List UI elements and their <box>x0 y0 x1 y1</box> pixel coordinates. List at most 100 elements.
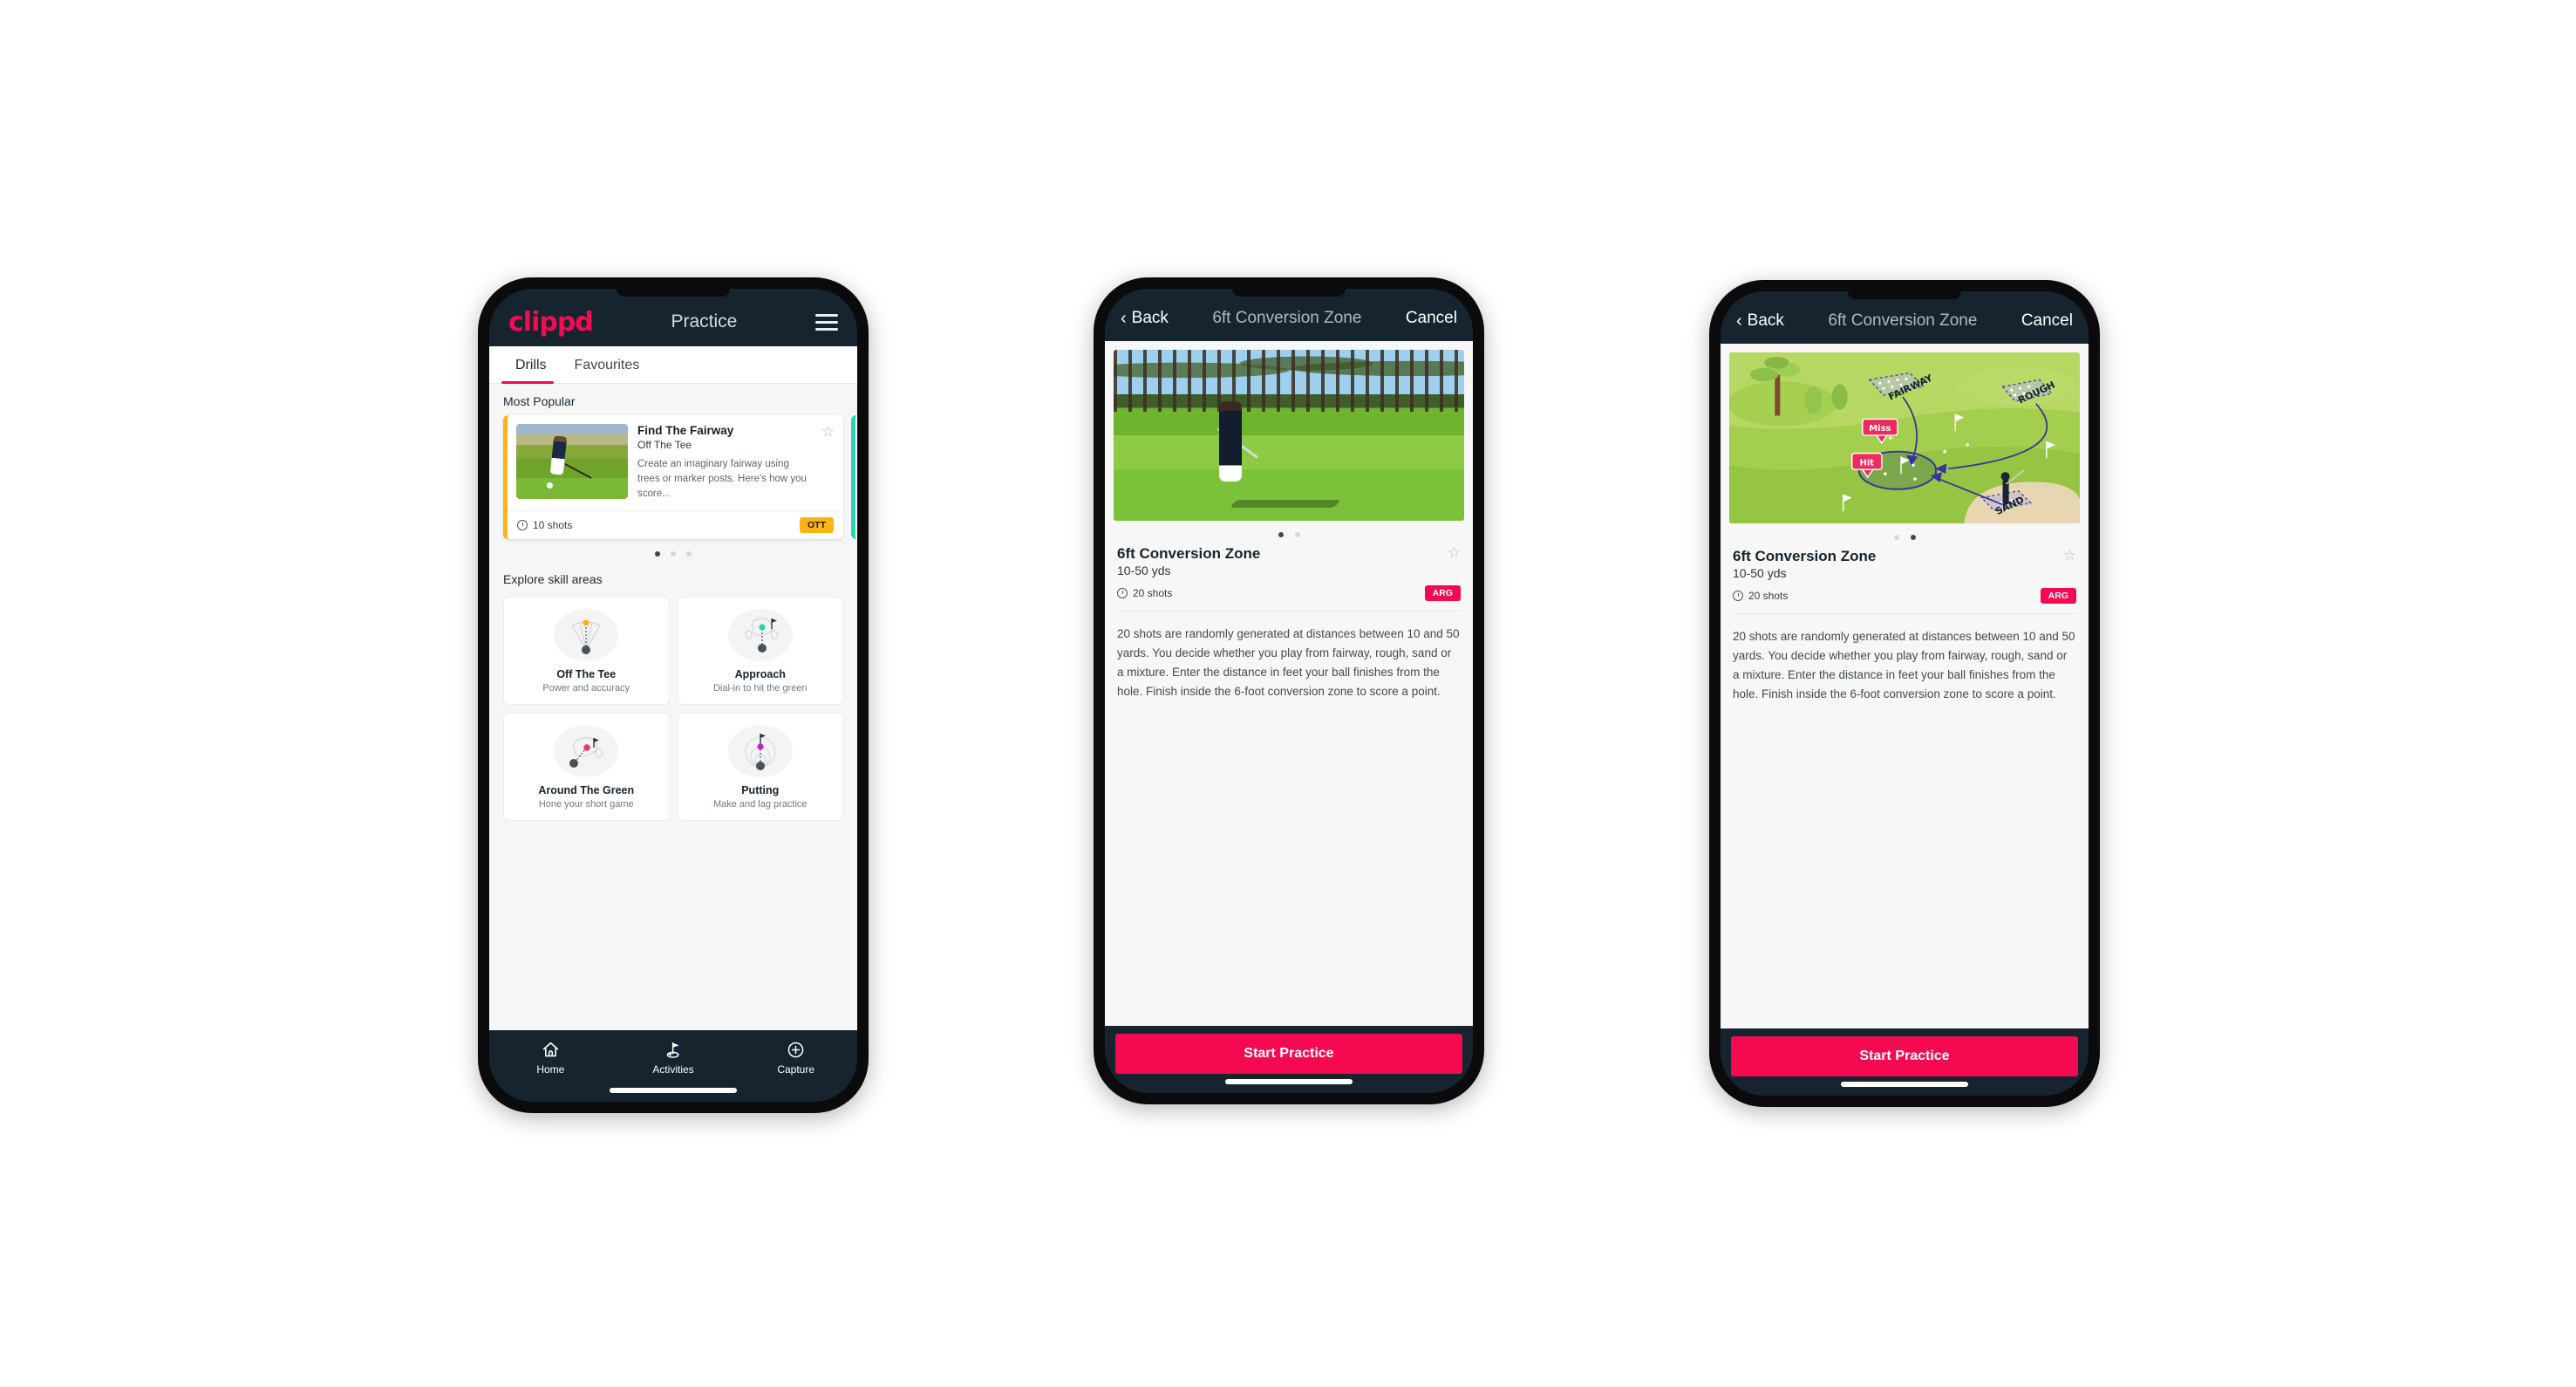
shot-count-label: 10 shots <box>533 519 573 532</box>
tabbar-item-capture[interactable]: Capture <box>734 1040 857 1076</box>
drill-card-footer: 10 shots OTT <box>508 510 843 539</box>
nav-bar: ‹ Back 6ft Conversion Zone Cancel <box>1721 291 2089 344</box>
drill-distance: 10-50 yds <box>1117 564 1171 577</box>
putting-rings-icon <box>727 725 793 778</box>
approach-green-icon <box>727 609 793 662</box>
drill-subtitle: Off The Tee <box>637 439 692 451</box>
svg-text:Hit: Hit <box>1859 458 1874 468</box>
tabbar-label: Home <box>536 1063 565 1076</box>
skill-name: Approach <box>734 668 786 681</box>
next-card-peek[interactable] <box>851 415 857 540</box>
tabbar-label: Activities <box>652 1063 694 1076</box>
plus-circle-icon <box>734 1040 857 1059</box>
practice-scroll-body[interactable]: Most Popular Find The Fairway Off The Te… <box>489 384 857 1030</box>
drill-card-top: Find The Fairway Off The Tee Create an i… <box>508 415 843 510</box>
cancel-button[interactable]: Cancel <box>2021 311 2073 331</box>
home-indicator <box>1225 1079 1353 1084</box>
shot-count-label: 20 shots <box>1133 587 1173 599</box>
back-label: Back <box>1747 311 1784 330</box>
skill-sub: Make and lag practice <box>712 799 808 810</box>
tabbar-item-activities[interactable]: Activities <box>612 1040 735 1076</box>
home-indicator <box>610 1088 737 1093</box>
shot-count: 10 shots <box>517 519 572 531</box>
drill-card[interactable]: Find The Fairway Off The Tee Create an i… <box>503 415 843 540</box>
tabbar-label: Capture <box>777 1063 815 1076</box>
carousel-dots <box>489 539 857 562</box>
star-outline-icon[interactable]: ☆ <box>2063 548 2076 563</box>
skill-card-around-the-green[interactable]: Around The Green Hone your short game <box>503 713 670 822</box>
phone-mockup-drill-detail-illustration: ‹ Back 6ft Conversion Zone Cancel FAIRWA… <box>1709 280 2100 1107</box>
tabbar-item-home[interactable]: Home <box>489 1040 612 1076</box>
phone2-screen: ‹ Back 6ft Conversion Zone Cancel 6ft Co… <box>1105 289 1473 1093</box>
drill-carousel[interactable]: Find The Fairway Off The Tee Create an i… <box>489 415 857 540</box>
carousel-dot-2[interactable] <box>671 551 676 557</box>
carousel-dot-1[interactable] <box>655 551 660 557</box>
shot-count: 20 shots <box>1733 590 1788 602</box>
cancel-button[interactable]: Cancel <box>1406 309 1457 328</box>
app-bar: clippd Practice <box>489 289 857 346</box>
page-title: Practice <box>671 311 738 331</box>
carousel-dot-2[interactable] <box>1294 532 1300 537</box>
drill-hero-illustration[interactable]: FAIRWAY ROUGH SAND Miss Hit <box>1729 352 2080 523</box>
carousel-dot-1[interactable] <box>1278 532 1284 537</box>
start-practice-button[interactable]: Start Practice <box>1731 1036 2078 1076</box>
phone3-notch <box>1848 291 1961 299</box>
drill-title: 6ft Conversion Zone <box>1733 548 1877 564</box>
skill-sub: Power and accuracy <box>542 683 630 694</box>
skill-badge: ARG <box>1424 585 1461 601</box>
tab-favourites[interactable]: Favourites <box>561 346 654 383</box>
svg-text:Miss: Miss <box>1869 424 1891 434</box>
skill-name: Putting <box>741 784 780 797</box>
drill-distance: 10-50 yds <box>1733 566 1787 580</box>
around-green-icon <box>554 725 619 778</box>
star-outline-icon[interactable]: ☆ <box>821 424 835 502</box>
start-practice-button[interactable]: Start Practice <box>1115 1034 1462 1074</box>
chevron-left-icon: ‹ <box>1121 309 1127 328</box>
clippd-logo[interactable]: clippd <box>508 307 594 338</box>
skill-card-putting[interactable]: Putting Make and lag practice <box>677 713 843 822</box>
phone-mockup-drill-detail-photo: ‹ Back 6ft Conversion Zone Cancel 6ft Co… <box>1094 277 1484 1104</box>
back-label: Back <box>1131 309 1169 327</box>
explore-skill-areas-label: Explore skill areas <box>503 572 603 587</box>
tab-drills[interactable]: Drills <box>501 346 561 384</box>
carousel-dot-3[interactable] <box>686 551 692 557</box>
carousel-dot-2[interactable] <box>1910 535 1916 540</box>
drill-description: 20 shots are randomly generated at dista… <box>1733 630 2075 700</box>
carousel-dot-1[interactable] <box>1893 535 1899 540</box>
tee-shot-fan-icon <box>554 609 619 662</box>
clock-icon <box>1733 591 1743 601</box>
drill-hero-photo[interactable] <box>1114 350 1464 521</box>
star-outline-icon[interactable]: ☆ <box>1448 545 1461 560</box>
skill-badge: OTT <box>800 517 834 534</box>
drill-description: Create an imaginary fairway using trees … <box>637 459 807 500</box>
phone2-notch <box>1232 289 1346 297</box>
drill-detail-header: 6ft Conversion Zone 10-50 yds ☆ 20 shots… <box>1105 545 1473 612</box>
skill-sub: Dial-in to hit the green <box>712 683 808 694</box>
skill-area-grid: Off The Tee Power and accuracy Approach … <box>489 593 857 833</box>
meta-row: 20 shots ARG <box>1117 585 1461 612</box>
drill-description: 20 shots are randomly generated at dista… <box>1117 627 1460 698</box>
hamburger-menu-icon[interactable] <box>814 313 838 331</box>
skill-card-off-the-tee[interactable]: Off The Tee Power and accuracy <box>503 597 670 706</box>
skill-name: Off The Tee <box>556 668 617 681</box>
tab-strip: Drills Favourites <box>489 346 857 384</box>
home-icon <box>489 1040 612 1059</box>
detail-carousel-dots <box>1105 521 1473 545</box>
clock-icon <box>1117 588 1128 598</box>
back-button[interactable]: ‹ Back <box>1736 311 1784 331</box>
home-indicator <box>1841 1082 1968 1087</box>
drill-detail-body[interactable]: 6ft Conversion Zone 10-50 yds ☆ 20 shots… <box>1105 341 1473 1026</box>
skill-card-approach[interactable]: Approach Dial-in to hit the green <box>677 597 843 706</box>
drill-detail-header: 6ft Conversion Zone 10-50 yds ☆ 20 shots… <box>1721 548 2089 614</box>
drill-card-meta: Find The Fairway Off The Tee Create an i… <box>637 424 812 502</box>
drill-title: 6ft Conversion Zone <box>1117 545 1261 562</box>
skill-badge: ARG <box>2040 588 2076 604</box>
screenshot-canvas: clippd Practice Drills Favourites Most P… <box>0 0 2576 1387</box>
title-row: 6ft Conversion Zone 10-50 yds ☆ <box>1733 548 2076 580</box>
detail-carousel-dots <box>1721 523 2089 548</box>
back-button[interactable]: ‹ Back <box>1121 309 1169 328</box>
drill-title: Find The Fairway <box>637 424 734 437</box>
drill-detail-body[interactable]: FAIRWAY ROUGH SAND Miss Hit 6ft Conversi… <box>1721 344 2089 1028</box>
title-row: 6ft Conversion Zone 10-50 yds ☆ <box>1117 545 1461 577</box>
nav-bar: ‹ Back 6ft Conversion Zone Cancel <box>1105 289 1473 341</box>
